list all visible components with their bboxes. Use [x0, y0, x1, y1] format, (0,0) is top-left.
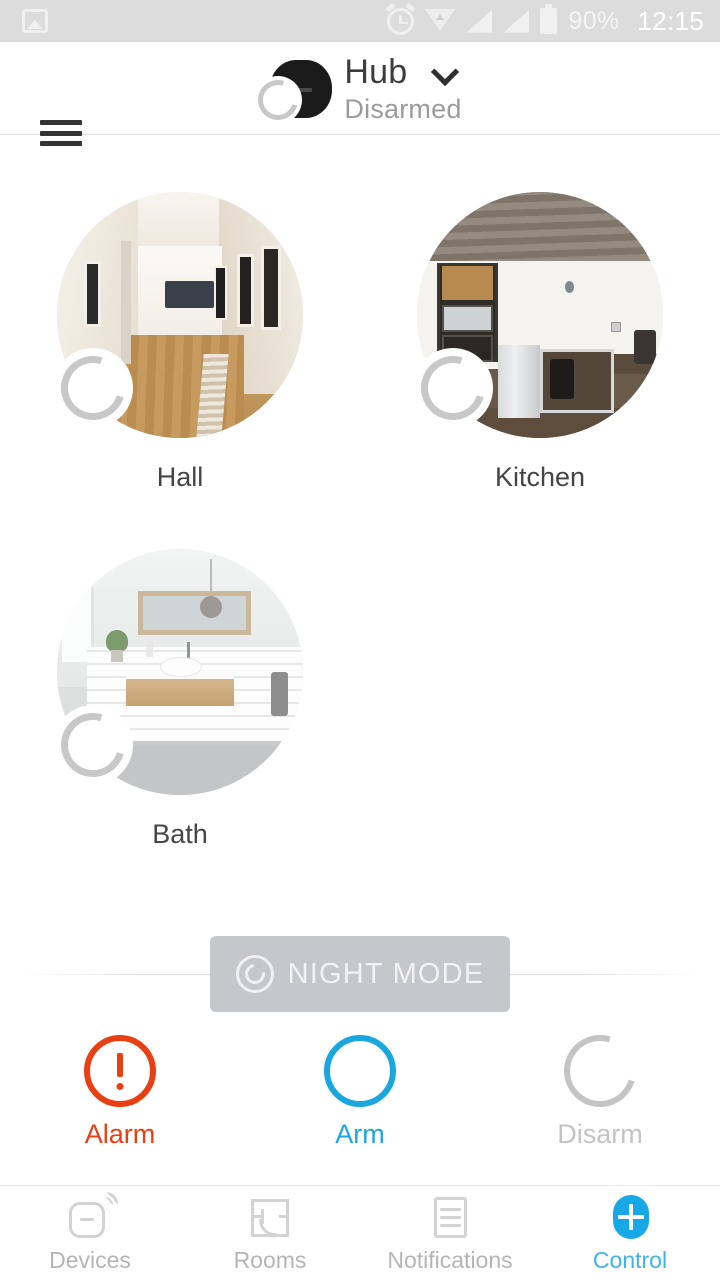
- plus-circle-icon: [603, 1193, 657, 1241]
- ajax-hub-icon: [251, 54, 334, 127]
- alarm-clock-icon: [385, 2, 417, 35]
- tab-label: Notifications: [387, 1246, 513, 1273]
- floorplan-icon: [243, 1193, 297, 1241]
- tab-label: Devices: [49, 1246, 131, 1273]
- alarm-exclamation-icon: [84, 1035, 156, 1107]
- room-label: Hall: [156, 462, 204, 492]
- arm-circle-icon: [324, 1035, 396, 1107]
- arm-button[interactable]: Arm: [240, 1035, 480, 1165]
- night-mode-icon: [235, 955, 274, 993]
- security-actions: Alarm Arm Disarm: [0, 1022, 720, 1165]
- alarm-label: Alarm: [84, 1119, 156, 1149]
- night-mode-button[interactable]: NIGHT MODE: [210, 936, 510, 1012]
- chevron-down-icon[interactable]: [433, 59, 459, 85]
- room-card-hall[interactable]: Hall: [0, 136, 360, 493]
- tab-notifications[interactable]: Notifications: [360, 1186, 540, 1280]
- alarm-button[interactable]: Alarm: [0, 1035, 240, 1165]
- status-bar-left: [22, 9, 48, 33]
- room-label: Kitchen: [494, 462, 586, 492]
- tab-label: Rooms: [233, 1246, 307, 1273]
- app-header: Hub Disarmed: [0, 42, 720, 146]
- wifi-icon: [425, 9, 456, 33]
- tab-rooms[interactable]: Rooms: [180, 1186, 360, 1280]
- status-bar-right: 90% 12:15: [385, 2, 704, 37]
- room-thumbnail: [409, 192, 663, 438]
- night-mode-section: NIGHT MODE: [0, 936, 720, 1012]
- status-bar: 90% 12:15: [0, 0, 720, 42]
- document-lines-icon: [423, 1193, 477, 1241]
- bottom-navigation: Devices Rooms Notifications Control: [0, 1185, 720, 1280]
- tab-control[interactable]: Control: [540, 1186, 720, 1280]
- room-card-kitchen[interactable]: Kitchen: [360, 136, 720, 493]
- disarm-label: Disarm: [557, 1119, 643, 1149]
- room-thumbnail: [49, 549, 303, 795]
- arm-label: Arm: [335, 1119, 385, 1149]
- night-mode-label: NIGHT MODE: [287, 957, 485, 990]
- tab-devices[interactable]: Devices: [0, 1186, 180, 1280]
- room-thumbnail: [49, 192, 303, 438]
- clock-time: 12:15: [637, 5, 704, 36]
- tab-label: Control: [592, 1246, 668, 1273]
- app-screen: 90% 12:15 Hub Disarmed Hall Kitchen Bath…: [0, 0, 720, 1280]
- disarm-spinner-icon: [551, 1022, 649, 1120]
- signal-icon-1: [466, 9, 493, 33]
- battery-percent: 90%: [568, 6, 620, 35]
- status-badge: Disarmed: [344, 93, 462, 124]
- room-label: Bath: [152, 819, 208, 849]
- device-signal-icon: [63, 1191, 118, 1241]
- hub-selector[interactable]: Hub Disarmed: [0, 42, 720, 135]
- rooms-grid: Hall Kitchen Bath: [0, 136, 720, 850]
- page-title: Hub: [344, 52, 408, 91]
- room-card-bath[interactable]: Bath: [0, 493, 360, 850]
- disarm-button[interactable]: Disarm: [480, 1022, 720, 1165]
- battery-icon: [540, 4, 558, 34]
- signal-icon-2: [503, 9, 530, 33]
- image-icon: [22, 9, 48, 33]
